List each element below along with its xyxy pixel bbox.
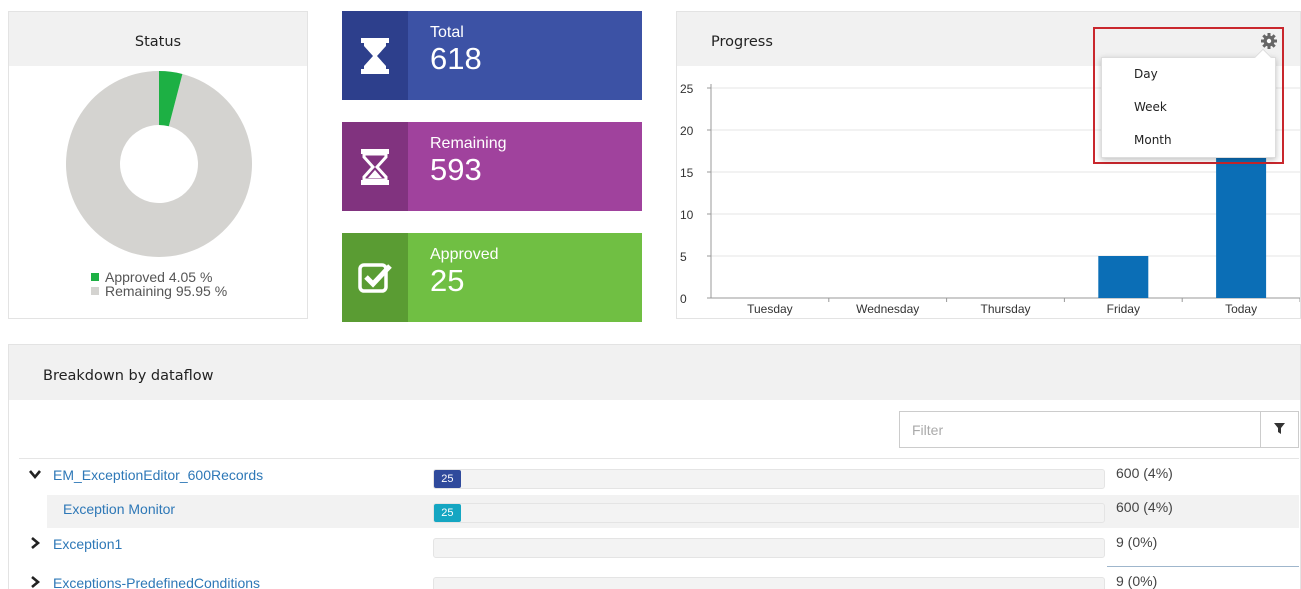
settings-dropdown-menu: Day Week Month [1101,48,1276,158]
hourglass-half-icon [342,122,408,211]
legend-label-remaining: Remaining 95.95 % [105,283,228,299]
y-tick-label: 15 [680,166,694,180]
menu-item-day[interactable]: Day [1102,58,1275,91]
remaining-label: Remaining [430,135,507,152]
bar-friday [1098,256,1149,298]
progress-track [433,577,1105,589]
total-value: 618 [430,41,482,76]
progress-title: Progress [711,34,773,50]
y-tick-label: 10 [680,208,694,222]
progress-panel: Progress 0 5 10 15 20 25 Tuesday Wednesday Thurs… [676,11,1301,319]
legend-swatch-remaining [91,287,99,295]
x-tick-label: Tuesday [747,302,793,316]
dataflow-row[interactable]: Exception1 9 (0%) [19,530,1299,563]
funnel-icon [1274,421,1285,439]
chevron-down-icon[interactable] [29,467,41,480]
x-tick-label: Thursday [980,302,1030,316]
legend-swatch-approved [91,273,99,281]
y-tick-label: 5 [680,250,687,264]
legend-item-approved: Approved 4.05 % [91,270,227,284]
breakdown-panel: Breakdown by dataflow EM_ExceptionEditor… [8,344,1301,589]
breakdown-panel-header: Breakdown by dataflow [9,345,1300,400]
row-count: 600 (4%) [1116,465,1173,481]
dataflow-row[interactable]: Exceptions-PredefinedConditions 9 (0%) [19,569,1299,589]
row-divider [1107,566,1299,567]
menu-item-week[interactable]: Week [1102,91,1275,124]
progress-track [433,538,1105,558]
legend-item-remaining: Remaining 95.95 % [91,284,227,298]
filter-box [899,411,1299,448]
chevron-right-icon[interactable] [29,536,41,549]
total-label: Total [430,24,464,41]
hourglass-icon [342,11,408,100]
x-tick-label: Wednesday [856,302,919,316]
remaining-tile: Remaining 593 [342,122,642,211]
x-tick-label: Friday [1107,302,1140,316]
dataflow-row[interactable]: EM_ExceptionEditor_600Records 25 600 (4%… [19,461,1299,494]
row-count: 600 (4%) [1116,499,1173,515]
stage-link[interactable]: Exception Monitor [63,501,175,517]
legend-label-approved: Approved 4.05 % [105,269,213,285]
approved-value: 25 [430,263,465,298]
breakdown-title: Breakdown by dataflow [43,368,214,384]
progress-track: 25 [433,469,1105,489]
dataflow-link[interactable]: EM_ExceptionEditor_600Records [53,467,263,483]
approved-label: Approved [430,246,499,263]
chevron-right-icon[interactable] [29,575,41,588]
filter-input[interactable] [900,412,1260,447]
approved-tile: Approved 25 [342,233,642,322]
progress-track: 25 [433,503,1105,523]
progress-fill: 25 [434,470,461,488]
menu-item-month[interactable]: Month [1102,124,1275,157]
stage-row[interactable]: Exception Monitor 25 600 (4%) [47,495,1299,528]
row-divider [19,458,1299,459]
y-tick-label: 20 [680,124,694,138]
dataflow-link[interactable]: Exception1 [53,536,122,552]
status-donut-chart [65,71,252,257]
check-square-icon [342,233,408,322]
filter-button[interactable] [1260,412,1298,447]
status-title: Status [134,34,182,50]
status-legend: Approved 4.05 % Remaining 95.95 % [91,270,227,298]
dataflow-link[interactable]: Exceptions-PredefinedConditions [53,575,260,589]
status-panel-header: Status [9,12,307,66]
row-count: 9 (0%) [1116,573,1158,589]
total-tile: Total 618 [342,11,642,100]
row-count: 9 (0%) [1116,534,1158,550]
progress-fill: 25 [434,504,461,522]
x-tick-label: Today [1225,302,1257,316]
status-panel: Status Approved 4.05 % Remaining 95.95 % [8,11,308,319]
remaining-value: 593 [430,152,482,187]
y-tick-label: 25 [680,82,694,96]
y-tick-label: 0 [680,292,687,306]
